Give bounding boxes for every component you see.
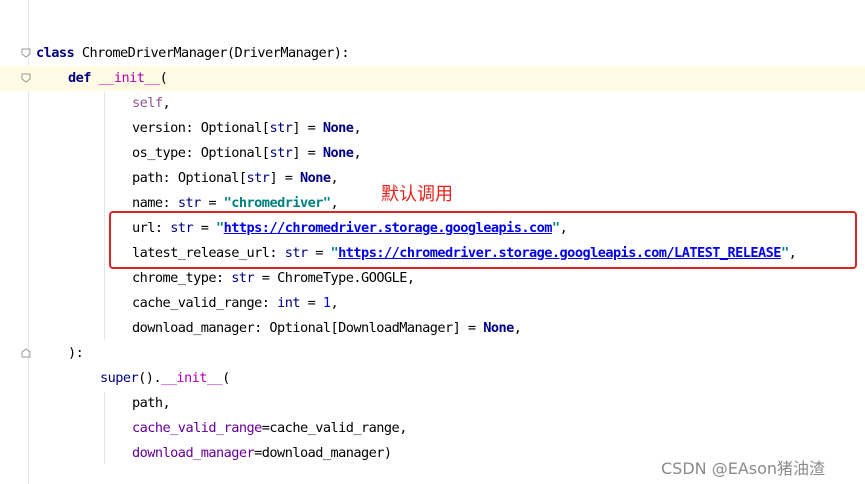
comma: ,: [162, 95, 171, 111]
type-int: int: [277, 295, 300, 311]
open-paren: (: [159, 70, 168, 86]
type-str: str: [246, 170, 270, 186]
code-line-cache-kwarg[interactable]: cache_valid_range=cache_valid_range,: [0, 416, 865, 441]
super-call: ().: [138, 370, 162, 386]
colon: :: [261, 295, 278, 311]
cache-kwarg-value: =cache_valid_range,: [261, 420, 408, 436]
code-line-os-type[interactable]: os_type: Optional[str] = None,: [0, 141, 865, 166]
class-keyword: class: [36, 45, 75, 61]
code-line-cache-valid-range[interactable]: cache_valid_range: int = 1,: [0, 291, 865, 316]
code-line-class[interactable]: class ChromeDriverManager(DriverManager)…: [0, 41, 865, 66]
type-close: ] =: [269, 170, 300, 186]
download-kwarg-value: =download_manager): [254, 445, 392, 461]
code-line-self[interactable]: self,: [0, 91, 865, 116]
download-kwarg-name: download_manager: [132, 445, 255, 461]
colon: :: [215, 270, 232, 286]
code-line-chrome-type[interactable]: chrome_type: str = ChromeType.GOOGLE,: [0, 266, 865, 291]
close-signature: ):: [68, 345, 84, 361]
param-download-manager: download_manager: [132, 320, 255, 336]
indent-guide: [104, 92, 105, 340]
equals: =: [200, 195, 224, 211]
type-close: ] =: [292, 145, 323, 161]
indent-guide: [104, 392, 105, 464]
class-base: (DriverManager):: [226, 45, 350, 61]
none-keyword: None: [322, 145, 354, 161]
param-path: path: [132, 170, 163, 186]
comma: ,: [330, 170, 339, 186]
param-chrome-type: chrome_type: [132, 270, 217, 286]
comma: ,: [406, 270, 415, 286]
name-value: "chromedriver": [223, 195, 331, 211]
code-line-path-arg[interactable]: path,: [0, 391, 865, 416]
code-line-close-signature[interactable]: ):: [0, 341, 865, 366]
fold-marker-icon[interactable]: [21, 48, 31, 58]
type-str: str: [269, 145, 293, 161]
code-line-super[interactable]: super().__init__(: [0, 366, 865, 391]
type-optional: : Optional[: [162, 170, 248, 186]
class-name: ChromeDriverManager: [81, 45, 228, 61]
type-optional: : Optional[: [185, 145, 270, 161]
comma: ,: [513, 320, 522, 336]
code-line-def[interactable]: def __init__(: [0, 66, 865, 91]
comma: ,: [353, 120, 362, 136]
comma: ,: [330, 295, 339, 311]
type-optional: : Optional[: [254, 320, 339, 336]
none-keyword: None: [483, 320, 514, 336]
param-version: version: [132, 120, 186, 136]
type-download-manager: DownloadManager: [338, 320, 453, 336]
watermark: CSDN @EAson猪油渣: [661, 459, 826, 478]
chrome-type-value: ChromeType.GOOGLE: [277, 270, 407, 286]
init-method-name: __init__: [98, 70, 161, 86]
comma: ,: [353, 145, 362, 161]
self-keyword: self: [132, 95, 163, 111]
type-str: str: [177, 195, 201, 211]
type-close: ] =: [452, 320, 484, 336]
type-optional: : Optional[: [185, 120, 270, 136]
type-str: str: [269, 120, 293, 136]
annotation-label: 默认调用: [381, 184, 453, 205]
comma: ,: [330, 195, 339, 211]
none-keyword: None: [299, 170, 331, 186]
cache-value: 1: [322, 295, 331, 311]
open-paren: (: [222, 370, 230, 386]
def-keyword: def: [68, 70, 91, 86]
super-builtin: super: [100, 370, 139, 386]
fold-marker-icon[interactable]: [21, 73, 31, 83]
equals: =: [299, 295, 323, 311]
type-close: ] =: [292, 120, 323, 136]
param-os-type: os_type: [132, 145, 186, 161]
highlight-box: [109, 211, 857, 269]
init-method-name: __init__: [161, 370, 223, 386]
code-line-version[interactable]: version: Optional[str] = None,: [0, 116, 865, 141]
param-name: name: [132, 195, 163, 211]
fold-end-marker-icon[interactable]: [21, 348, 31, 358]
type-str: str: [231, 270, 255, 286]
none-keyword: None: [322, 120, 354, 136]
code-line-download-manager[interactable]: download_manager: Optional[DownloadManag…: [0, 316, 865, 341]
param-cache-valid-range: cache_valid_range: [132, 295, 262, 311]
equals: =: [254, 270, 278, 286]
path-arg: path,: [132, 395, 171, 411]
cache-kwarg-name: cache_valid_range: [132, 420, 262, 436]
colon: :: [162, 195, 178, 211]
